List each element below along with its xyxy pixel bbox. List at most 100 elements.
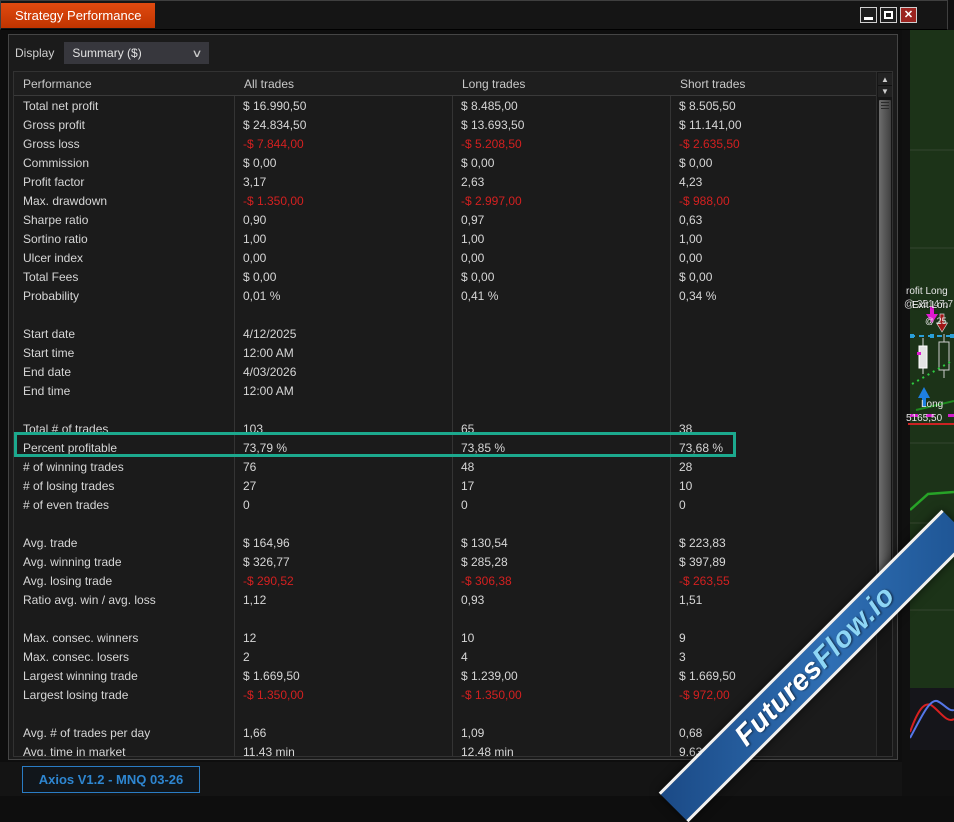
table-row[interactable]: Total Fees$ 0,00$ 0,00$ 0,00	[14, 267, 876, 286]
metric-value: $ 0,00	[452, 156, 670, 170]
table-row[interactable]: Max. consec. winners12109	[14, 628, 876, 647]
maximize-button[interactable]	[880, 7, 897, 23]
table-row[interactable]: Start date4/12/2025	[14, 324, 876, 343]
table-row[interactable]	[14, 609, 876, 628]
table-row[interactable]: Max. consec. losers243	[14, 647, 876, 666]
display-dropdown[interactable]: Summary ($) ∨	[64, 42, 209, 64]
metric-value: 1,00	[234, 232, 452, 246]
scrollbar-grip	[881, 102, 889, 103]
metric-label: Max. consec. losers	[14, 650, 234, 664]
scrollbar-grip	[881, 108, 889, 109]
metric-value: 76	[234, 460, 452, 474]
table-row[interactable]: Ulcer index0,000,000,00	[14, 248, 876, 267]
scroll-up-button[interactable]: ▲	[878, 73, 892, 85]
table-row[interactable]: Gross loss-$ 7.844,00-$ 5.208,50-$ 2.635…	[14, 134, 876, 153]
metric-value: $ 8.485,00	[452, 99, 670, 113]
table-row[interactable]: Probability0,01 %0,41 %0,34 %	[14, 286, 876, 305]
metric-value: $ 8.505,50	[670, 99, 876, 113]
metric-value: 3,17	[234, 175, 452, 189]
metric-value: 4/03/2026	[234, 365, 452, 379]
metric-label: Commission	[14, 156, 234, 170]
metric-label: Total Fees	[14, 270, 234, 284]
table-row[interactable]: Ratio avg. win / avg. loss1,120,931,51	[14, 590, 876, 609]
metric-value: 27	[234, 479, 452, 493]
minimize-button[interactable]	[860, 7, 877, 23]
header-long-trades[interactable]: Long trades	[453, 72, 670, 96]
metric-value: 0,00	[670, 251, 876, 265]
metric-value: $ 0,00	[234, 156, 452, 170]
tab-strategy-instrument[interactable]: Axios V1.2 - MNQ 03-26	[22, 766, 200, 793]
table-row[interactable]: Gross profit$ 24.834,50$ 13.693,50$ 11.1…	[14, 115, 876, 134]
scroll-down-button[interactable]: ▼	[878, 85, 892, 97]
table-header: Performance All trades Long trades Short…	[14, 72, 876, 96]
table-row[interactable]: Avg. trade$ 164,96$ 130,54$ 223,83	[14, 533, 876, 552]
metric-value: -$ 7.844,00	[234, 137, 452, 151]
header-performance[interactable]: Performance	[14, 72, 234, 96]
table-row[interactable]: Total # of trades1036538	[14, 419, 876, 438]
metric-label: Largest winning trade	[14, 669, 234, 683]
scroll-up-icon: ▲	[881, 75, 889, 84]
metric-value: -$ 1.350,00	[234, 688, 452, 702]
metric-value: 0,93	[452, 593, 670, 607]
metric-value: 0,90	[234, 213, 452, 227]
table-row[interactable]: Total net profit$ 16.990,50$ 8.485,00$ 8…	[14, 96, 876, 115]
table-row[interactable]: Sortino ratio1,001,001,00	[14, 229, 876, 248]
table-row[interactable]: Avg. losing trade-$ 290,52-$ 306,38-$ 26…	[14, 571, 876, 590]
close-button[interactable]: ✕	[900, 7, 917, 23]
table-row[interactable]: # of even trades000	[14, 495, 876, 514]
table-row[interactable]	[14, 400, 876, 419]
bg-profit-label: rofit Long	[906, 286, 948, 297]
metric-value: 2,63	[452, 175, 670, 189]
table-row[interactable]	[14, 514, 876, 533]
metric-value: -$ 2.997,00	[452, 194, 670, 208]
metric-value: 0,97	[452, 213, 670, 227]
metric-value: $ 397,89	[670, 555, 876, 569]
scrollbar-grip	[881, 105, 889, 106]
metric-label: End date	[14, 365, 234, 379]
metric-value: 0,00	[234, 251, 452, 265]
title-bar[interactable]: Strategy Performance ✕	[0, 0, 948, 30]
metric-label: Largest losing trade	[14, 688, 234, 702]
table-row[interactable]: # of winning trades764828	[14, 457, 876, 476]
table-row[interactable]: End date4/03/2026	[14, 362, 876, 381]
table-row[interactable]: Start time12:00 AM	[14, 343, 876, 362]
metric-value: $ 0,00	[670, 270, 876, 284]
table-row[interactable]: Largest winning trade$ 1.669,50$ 1.239,0…	[14, 666, 876, 685]
vertical-scrollbar[interactable]: ▲ ▼	[876, 72, 892, 756]
metric-value: -$ 2.635,50	[670, 137, 876, 151]
scrollbar-thumb[interactable]	[879, 100, 891, 620]
table-row[interactable]: Sharpe ratio0,900,970,63	[14, 210, 876, 229]
table-row[interactable]: Avg. winning trade$ 326,77$ 285,28$ 397,…	[14, 552, 876, 571]
metric-value: -$ 290,52	[234, 574, 452, 588]
metric-value: 10	[670, 479, 876, 493]
metric-value: 12,48 min	[452, 745, 670, 758]
metric-value: 73,68 %	[670, 441, 876, 455]
window-title-tab: Strategy Performance	[1, 3, 155, 28]
table-row[interactable]: Commission$ 0,00$ 0,00$ 0,00	[14, 153, 876, 172]
table-row[interactable]: # of losing trades271710	[14, 476, 876, 495]
metric-label: Sortino ratio	[14, 232, 234, 246]
metric-label: Profit factor	[14, 175, 234, 189]
display-toolbar: Display Summary ($) ∨	[15, 41, 209, 65]
table-row[interactable]: Percent profitable73,79 %73,85 %73,68 %	[14, 438, 876, 457]
metric-label: Start date	[14, 327, 234, 341]
table-row[interactable]: End time12:00 AM	[14, 381, 876, 400]
metric-value: -$ 1.350,00	[234, 194, 452, 208]
metric-label: Total # of trades	[14, 422, 234, 436]
bg-side-label: Long	[921, 399, 943, 410]
metric-value: -$ 988,00	[670, 194, 876, 208]
table-row[interactable]	[14, 305, 876, 324]
metric-label: Start time	[14, 346, 234, 360]
table-row[interactable]: Largest losing trade-$ 1.350,00-$ 1.350,…	[14, 685, 876, 704]
header-short-trades[interactable]: Short trades	[671, 72, 881, 96]
header-all-trades[interactable]: All trades	[235, 72, 452, 96]
metric-value: $ 0,00	[670, 156, 876, 170]
metric-value: 1,00	[452, 232, 670, 246]
table-row[interactable]: Profit factor3,172,634,23	[14, 172, 876, 191]
metric-value: 1,00	[670, 232, 876, 246]
display-label: Display	[15, 46, 54, 60]
table-row[interactable]: Max. drawdown-$ 1.350,00-$ 2.997,00-$ 98…	[14, 191, 876, 210]
metric-label: Sharpe ratio	[14, 213, 234, 227]
metric-value: 2	[234, 650, 452, 664]
metric-value: 0,01 %	[234, 289, 452, 303]
